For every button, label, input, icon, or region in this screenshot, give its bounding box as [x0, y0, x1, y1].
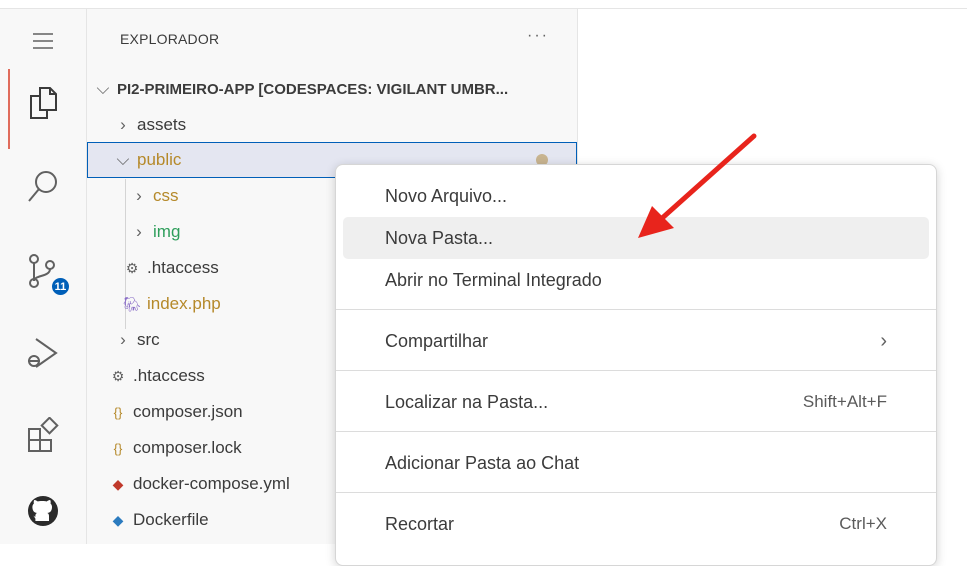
annotation-arrow-icon — [638, 133, 757, 238]
